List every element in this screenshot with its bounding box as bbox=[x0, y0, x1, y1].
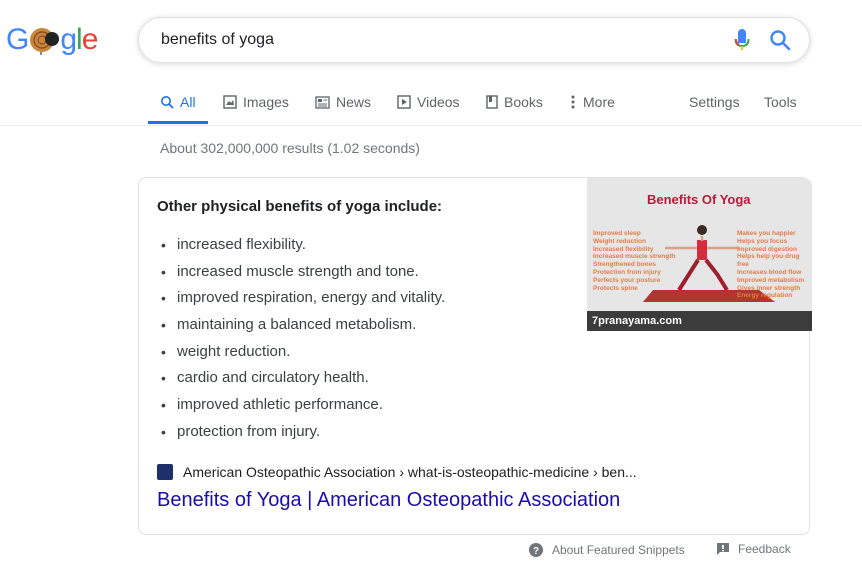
list-item: • weight reduction. bbox=[161, 342, 291, 360]
search-icon bbox=[770, 30, 791, 51]
tab-more[interactable]: More bbox=[571, 92, 615, 112]
snippet-heading: Other physical benefits of yoga include: bbox=[157, 198, 443, 215]
search-box[interactable]: benefits of yoga bbox=[138, 17, 810, 63]
image-source-caption: 7pranayama.com bbox=[587, 311, 812, 331]
list-item: • increased muscle strength and tone. bbox=[161, 262, 419, 280]
tab-settings[interactable]: Settings bbox=[689, 92, 740, 112]
help-icon: ? bbox=[528, 542, 544, 558]
tab-label: Videos bbox=[417, 94, 460, 110]
book-icon bbox=[486, 95, 498, 109]
tab-news[interactable]: News bbox=[315, 92, 371, 112]
tab-label: Books bbox=[504, 94, 543, 110]
news-icon bbox=[315, 95, 330, 109]
list-item: • cardio and circulatory health. bbox=[161, 369, 369, 387]
about-featured-snippets[interactable]: ? About Featured Snippets bbox=[528, 542, 685, 558]
header-divider bbox=[0, 125, 862, 126]
search-input[interactable]: benefits of yoga bbox=[161, 31, 727, 49]
feedback-label: Feedback bbox=[738, 542, 791, 556]
list-item: • improved athletic performance. bbox=[161, 396, 383, 414]
featured-snippet: Other physical benefits of yoga include:… bbox=[138, 177, 812, 535]
about-label: About Featured Snippets bbox=[552, 543, 685, 557]
snippet-image[interactable]: Benefits Of Yoga Improved sleep Weight r… bbox=[587, 178, 812, 331]
logo-letter: G bbox=[6, 23, 29, 56]
tab-videos[interactable]: Videos bbox=[397, 92, 460, 112]
tab-books[interactable]: Books bbox=[486, 92, 543, 112]
search-icon bbox=[160, 95, 174, 109]
tab-label: News bbox=[336, 94, 372, 110]
list-item: • increased flexibility. bbox=[161, 236, 306, 253]
more-vert-icon bbox=[571, 95, 575, 109]
feedback-icon bbox=[716, 542, 730, 556]
result-title-link[interactable]: Benefits of Yoga | American Osteopathic … bbox=[157, 489, 620, 512]
list-item: • improved respiration, energy and vitali… bbox=[161, 289, 446, 307]
list-item: • protection from injury. bbox=[161, 422, 321, 440]
list-item: • maintaining a balanced metabolism. bbox=[161, 316, 417, 334]
video-icon bbox=[397, 95, 411, 109]
svg-text:?: ? bbox=[533, 546, 539, 557]
doodle-icon bbox=[29, 25, 60, 55]
tab-all[interactable]: All bbox=[160, 92, 196, 112]
logo-letter: e bbox=[81, 23, 99, 56]
tab-label: Images bbox=[243, 94, 289, 110]
tab-tools[interactable]: Tools bbox=[764, 92, 797, 112]
tab-images[interactable]: Images bbox=[223, 92, 289, 112]
tab-label: All bbox=[180, 94, 196, 110]
source-breadcrumb: American Osteopathic Association › what-… bbox=[183, 464, 637, 480]
microphone-icon[interactable] bbox=[727, 25, 757, 55]
snippet-list: • increased flexibility. • increased muscl… bbox=[161, 235, 445, 449]
favicon-icon bbox=[157, 464, 173, 480]
image-icon bbox=[223, 95, 237, 109]
feedback-link[interactable]: Feedback bbox=[716, 542, 791, 556]
google-logo[interactable]: G g l e bbox=[6, 20, 99, 60]
tab-label: Tools bbox=[764, 94, 797, 110]
result-source[interactable]: American Osteopathic Association › what-… bbox=[157, 464, 637, 480]
tab-label: More bbox=[583, 94, 615, 110]
active-tab-indicator bbox=[148, 121, 208, 124]
logo-letter: g bbox=[60, 23, 77, 56]
search-tabs: All Images News Videos Books More Settin… bbox=[148, 86, 848, 124]
tab-label: Settings bbox=[689, 94, 740, 110]
result-stats: About 302,000,000 results (1.02 seconds) bbox=[160, 140, 420, 156]
search-button[interactable] bbox=[765, 25, 795, 55]
